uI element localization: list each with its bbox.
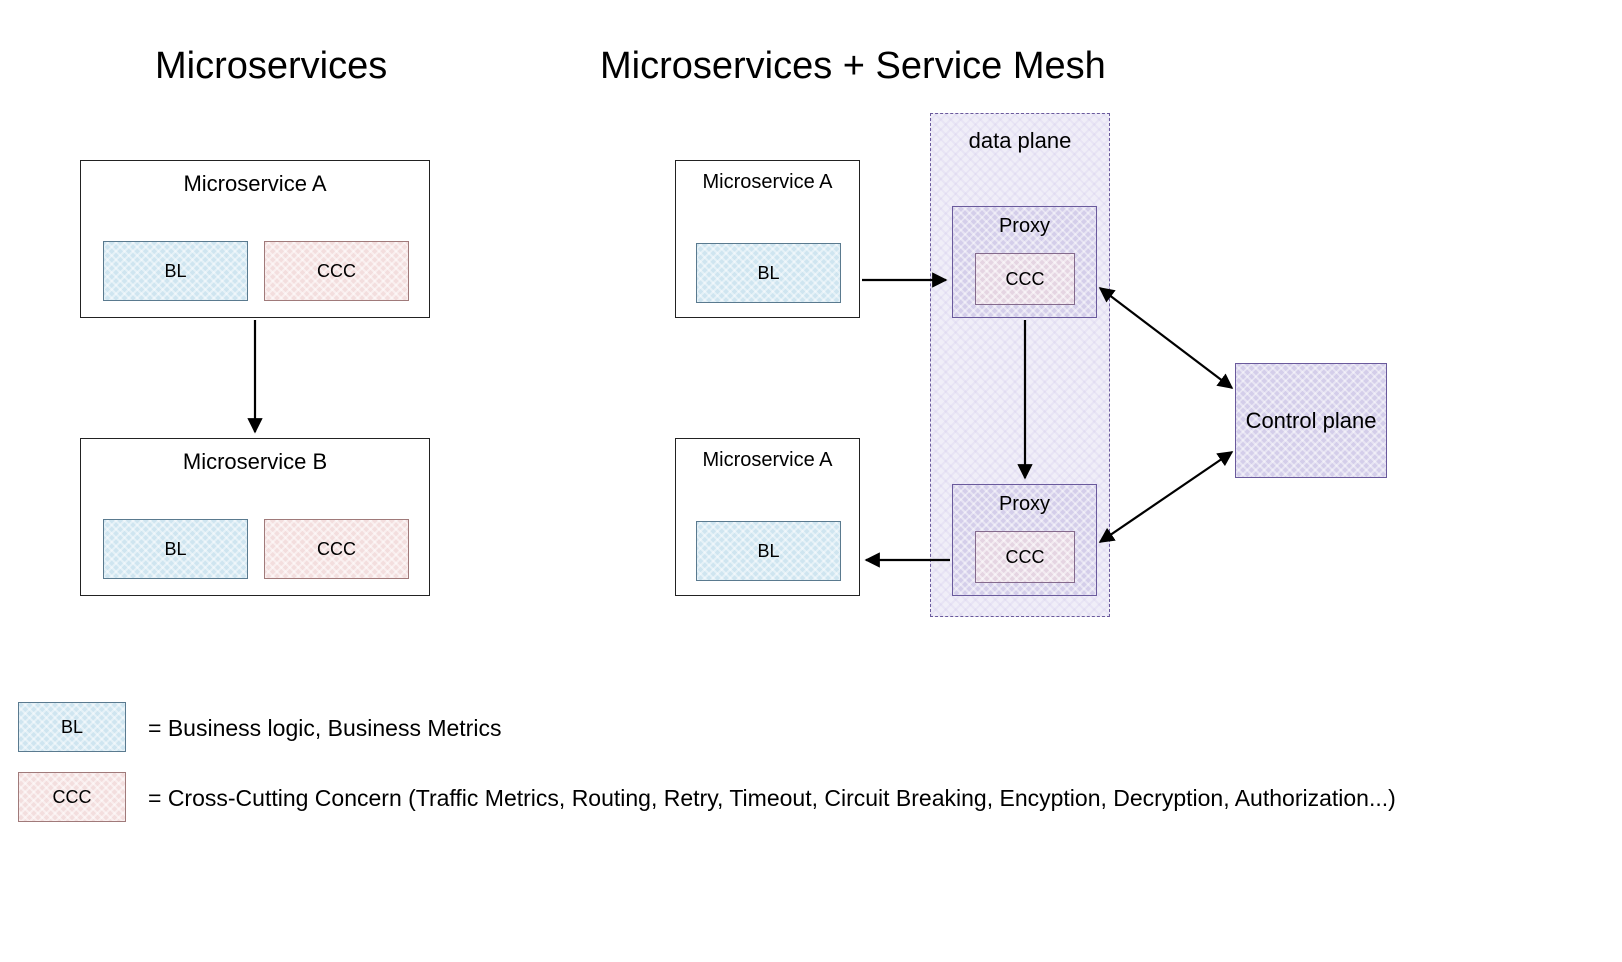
service-b-ccc: CCC (264, 519, 409, 579)
legend-ccc-desc: = Cross-Cutting Concern (Traffic Metrics… (148, 785, 1396, 812)
service-b-title: Microservice B (81, 449, 429, 475)
proxy-2-ccc: CCC (975, 531, 1075, 583)
right-service-b-bl: BL (696, 521, 841, 581)
legend-bl-desc: = Business logic, Business Metrics (148, 715, 501, 742)
right-service-a-bl: BL (696, 243, 841, 303)
service-b-bl: BL (103, 519, 248, 579)
right-service-a-box: Microservice A BL (675, 160, 860, 318)
right-service-b-title: Microservice A (676, 449, 859, 472)
arrow-proxy2-control (1100, 452, 1232, 542)
data-plane-label: data plane (931, 128, 1109, 154)
service-a-box: Microservice A BL CCC (80, 160, 430, 318)
proxy-1-ccc: CCC (975, 253, 1075, 305)
right-service-a-title: Microservice A (676, 171, 859, 194)
service-a-title: Microservice A (81, 171, 429, 197)
proxy-2-title: Proxy (953, 493, 1096, 516)
arrow-proxy1-control (1100, 288, 1232, 388)
proxy-2-box: Proxy CCC (952, 484, 1097, 596)
heading-left: Microservices (155, 45, 387, 88)
service-b-box: Microservice B BL CCC (80, 438, 430, 596)
control-plane-box: Control plane (1235, 363, 1387, 478)
proxy-1-title: Proxy (953, 215, 1096, 238)
legend-ccc-box: CCC (18, 772, 126, 822)
heading-right: Microservices + Service Mesh (600, 45, 1106, 88)
right-service-b-box: Microservice A BL (675, 438, 860, 596)
service-a-ccc: CCC (264, 241, 409, 301)
legend-bl-box: BL (18, 702, 126, 752)
proxy-1-box: Proxy CCC (952, 206, 1097, 318)
service-a-bl: BL (103, 241, 248, 301)
